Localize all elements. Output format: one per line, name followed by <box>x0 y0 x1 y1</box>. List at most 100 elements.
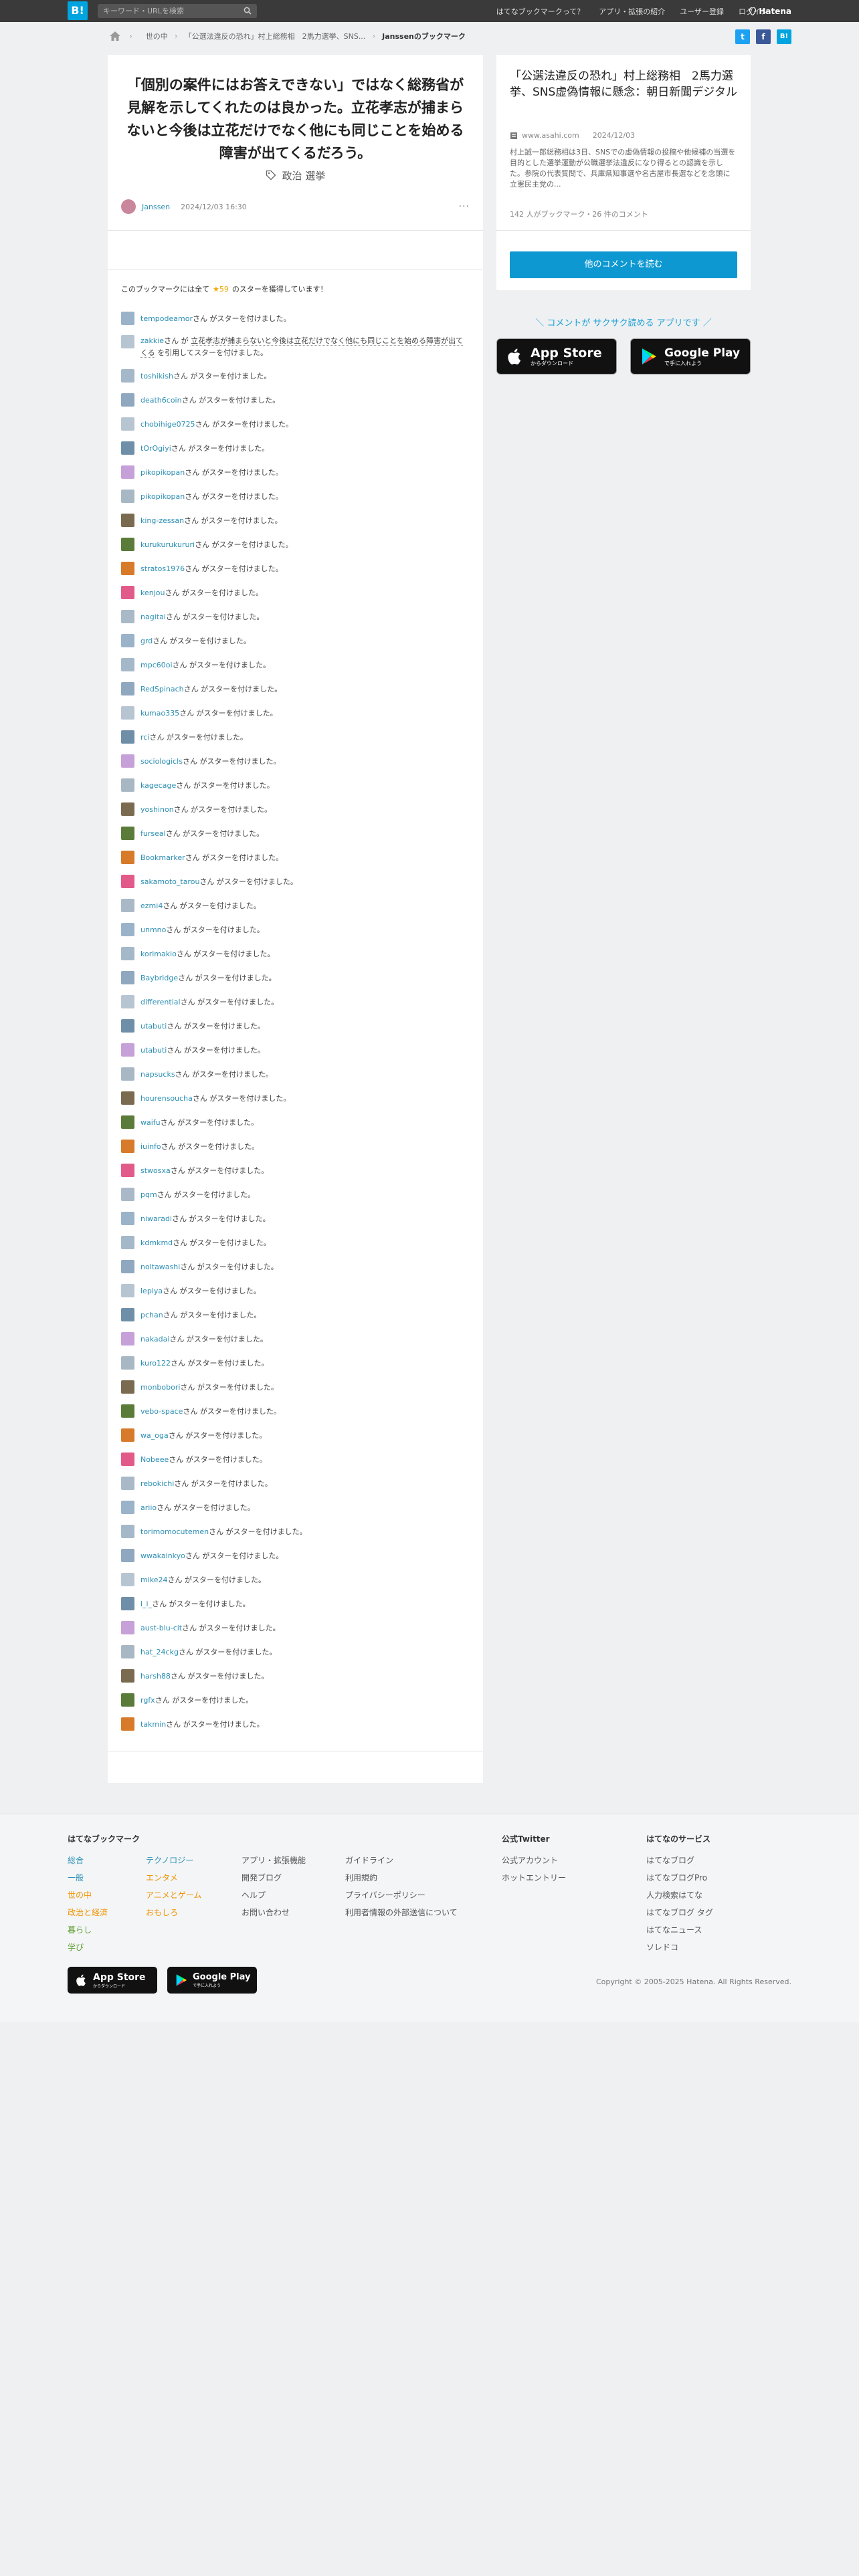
star-user-link[interactable]: rci <box>140 733 149 742</box>
star-user-link[interactable]: kurukurukururi <box>140 540 195 549</box>
search-input[interactable] <box>103 5 237 17</box>
star-user-link[interactable]: kumao335 <box>140 709 179 718</box>
star-user-link[interactable]: tOrOgiyi <box>140 444 171 453</box>
user-avatar[interactable] <box>121 658 134 671</box>
user-avatar[interactable] <box>121 730 134 744</box>
star-user-link[interactable]: noltawashi <box>140 1263 180 1271</box>
footer-link[interactable]: 利用規約 <box>345 1869 458 1887</box>
user-avatar[interactable] <box>121 923 134 936</box>
user-avatar[interactable] <box>121 1717 134 1731</box>
home-icon[interactable] <box>109 31 121 41</box>
user-avatar[interactable] <box>121 490 134 503</box>
hatebu-share-icon[interactable]: B! <box>777 29 791 44</box>
user-avatar[interactable] <box>121 1453 134 1466</box>
user-avatar[interactable] <box>121 1019 134 1033</box>
footer-link[interactable]: 総合 <box>68 1852 108 1869</box>
star-user-link[interactable]: stratos1976 <box>140 564 185 573</box>
star-user-link[interactable]: pikopikopan <box>140 492 185 501</box>
user-avatar[interactable] <box>121 634 134 647</box>
footer-google-play-button[interactable]: Google Play で手に入れよう <box>167 1967 257 1994</box>
star-user-link[interactable]: kdmkmd <box>140 1239 173 1247</box>
star-user-link[interactable]: Baybridge <box>140 974 178 982</box>
footer-link[interactable]: アプリ・拡張機能 <box>242 1852 306 1869</box>
breadcrumb-category[interactable]: 世の中 <box>146 31 168 41</box>
user-avatar[interactable] <box>121 1549 134 1562</box>
breadcrumb-entry[interactable]: 「公選法違反の恐れ」村上総務相 2馬力選挙、SNS... <box>185 31 366 41</box>
user-avatar[interactable] <box>121 312 134 325</box>
star-user-link[interactable]: kagecage <box>140 781 176 790</box>
star-user-link[interactable]: korimakio <box>140 950 177 958</box>
footer-link[interactable]: はてなブログ タグ <box>646 1904 713 1921</box>
footer-link[interactable]: 暮らし <box>68 1921 108 1939</box>
star-user-link[interactable]: monbobori <box>140 1383 180 1392</box>
footer-link[interactable]: はてなブログ <box>646 1852 713 1869</box>
star-user-link[interactable]: aust-blu-cit <box>140 1624 182 1632</box>
star-user-link[interactable]: wwakainkyo <box>140 1551 185 1560</box>
star-user-link[interactable]: sociologicls <box>140 757 183 766</box>
author-name[interactable]: Janssen <box>142 203 170 211</box>
user-avatar[interactable] <box>121 1308 134 1321</box>
user-avatar[interactable] <box>121 369 134 383</box>
user-avatar[interactable] <box>121 1188 134 1201</box>
star-user-link[interactable]: niwaradi <box>140 1214 172 1223</box>
bookmark-date[interactable]: 2024/12/03 16:30 <box>181 203 247 211</box>
user-avatar[interactable] <box>121 1597 134 1610</box>
star-user-link[interactable]: rebokichi <box>140 1479 174 1488</box>
star-user-link[interactable]: king-zessan <box>140 516 184 525</box>
user-avatar[interactable] <box>121 1043 134 1057</box>
star-user-link[interactable]: ariio <box>140 1503 157 1512</box>
user-avatar[interactable] <box>121 1477 134 1490</box>
star-user-link[interactable]: mpc60oi <box>140 661 173 669</box>
star-user-link[interactable]: i_i_ <box>140 1600 152 1608</box>
footer-link[interactable]: テクノロジー <box>146 1852 201 1869</box>
more-menu-icon[interactable]: ··· <box>459 201 470 212</box>
user-avatar[interactable] <box>121 947 134 960</box>
footer-link[interactable]: 公式アカウント <box>502 1852 566 1869</box>
star-user-link[interactable]: tempodeamor <box>140 314 193 323</box>
footer-link[interactable]: 政治と経済 <box>68 1904 108 1921</box>
user-avatar[interactable] <box>121 1404 134 1418</box>
user-avatar[interactable] <box>121 1140 134 1153</box>
user-avatar[interactable] <box>121 610 134 623</box>
user-avatar[interactable] <box>121 754 134 768</box>
footer-link[interactable]: おもしろ <box>146 1904 201 1921</box>
footer-link[interactable]: 利用者情報の外部送信について <box>345 1904 458 1921</box>
star-user-link[interactable]: sakamoto_tarou <box>140 877 199 886</box>
twitter-share-icon[interactable]: t <box>735 29 750 44</box>
user-avatar[interactable] <box>121 851 134 864</box>
user-avatar[interactable] <box>121 1212 134 1225</box>
star-user-link[interactable]: iuinfo <box>140 1142 161 1151</box>
user-avatar[interactable] <box>121 1573 134 1586</box>
star-user-link[interactable]: Bookmarker <box>140 853 185 862</box>
user-avatar[interactable] <box>121 1260 134 1273</box>
google-play-button[interactable]: Google Play で手に入れよう <box>630 338 751 374</box>
footer-link[interactable]: 世の中 <box>68 1887 108 1904</box>
footer-link[interactable]: はてなブログPro <box>646 1869 713 1887</box>
star-user-link[interactable]: torimomocutemen <box>140 1527 209 1536</box>
star-user-link[interactable]: chobihige0725 <box>140 420 195 429</box>
search-icon[interactable] <box>244 7 252 15</box>
user-avatar[interactable] <box>121 393 134 407</box>
user-avatar[interactable] <box>121 586 134 599</box>
star-user-link[interactable]: ezmi4 <box>140 901 163 910</box>
user-avatar[interactable] <box>121 1356 134 1370</box>
user-avatar[interactable] <box>121 1332 134 1346</box>
star-user-link[interactable]: utabuti <box>140 1022 167 1031</box>
footer-link[interactable]: ヘルプ <box>242 1887 306 1904</box>
footer-link[interactable]: ソレドコ <box>646 1939 713 1956</box>
star-user-link[interactable]: hat_24ckg <box>140 1648 179 1656</box>
user-avatar[interactable] <box>121 1645 134 1658</box>
read-other-comments-button[interactable]: 他のコメントを読む <box>510 251 737 278</box>
user-avatar[interactable] <box>121 827 134 840</box>
user-avatar[interactable] <box>121 538 134 551</box>
nav-apps[interactable]: アプリ・拡張の紹介 <box>599 6 665 17</box>
user-avatar[interactable] <box>121 682 134 695</box>
footer-link[interactable]: ガイドライン <box>345 1852 458 1869</box>
star-user-link[interactable]: differential <box>140 998 181 1006</box>
footer-link[interactable]: プライバシーポリシー <box>345 1887 458 1904</box>
star-user-link[interactable]: toshikish <box>140 372 173 381</box>
tags-label[interactable]: 政治 選挙 <box>282 170 326 182</box>
avatar[interactable] <box>121 199 136 214</box>
star-user-link[interactable]: kuro122 <box>140 1359 171 1368</box>
user-avatar[interactable] <box>121 562 134 575</box>
